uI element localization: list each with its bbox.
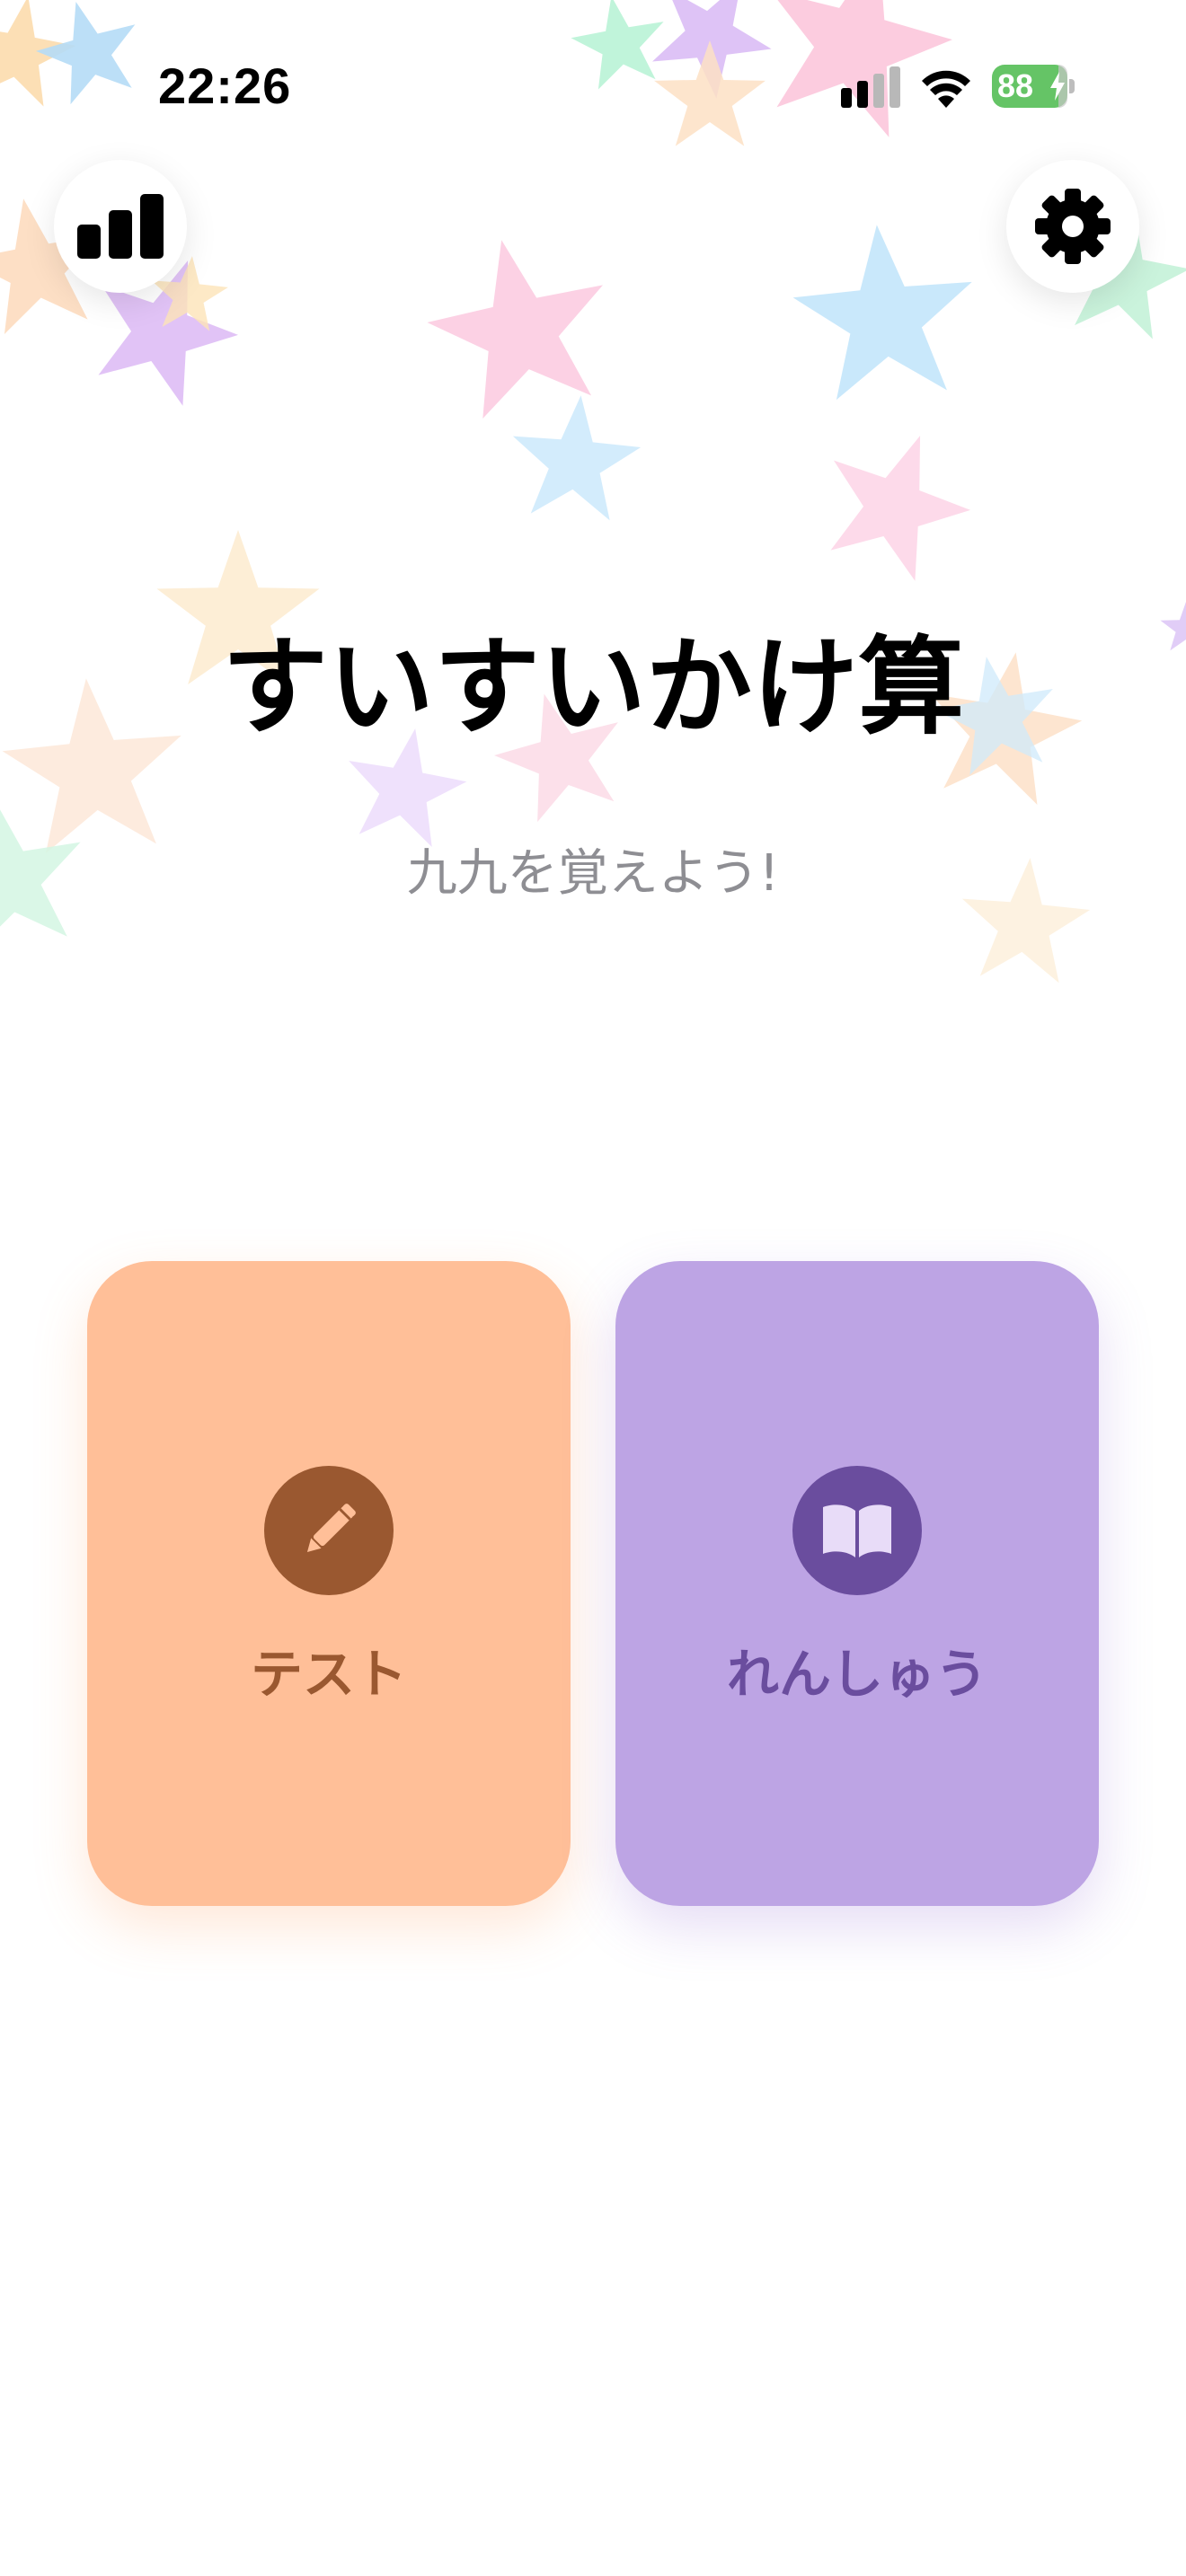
app-subtitle: 九九を覚えよう! (406, 844, 780, 903)
book-icon (823, 1504, 891, 1557)
test-icon-badge (264, 1466, 394, 1595)
battery-indicator: 88 (992, 65, 1076, 108)
battery-percent: 88 (997, 67, 1034, 104)
star-decoration (506, 390, 645, 523)
test-mode-card[interactable]: テスト (87, 1261, 571, 1906)
stats-button[interactable] (54, 160, 187, 293)
star-decoration (804, 410, 989, 591)
test-mode-label: テスト (250, 1644, 407, 1705)
practice-mode-card[interactable]: れんしゅう (615, 1261, 1099, 1906)
practice-icon-badge (792, 1466, 922, 1595)
cellular-signal-icon (841, 66, 900, 108)
star-decoration (413, 221, 625, 426)
star-decoration (787, 216, 981, 403)
app-title: すいすいかけ算 (221, 625, 964, 749)
practice-mode-label: れんしゅう (726, 1644, 987, 1705)
settings-button[interactable] (1006, 160, 1139, 293)
battery-cap (1069, 79, 1075, 93)
wifi-icon (922, 70, 970, 108)
status-time: 22:26 (158, 57, 292, 114)
status-bar: 22:26 88 (0, 0, 1186, 171)
charging-bolt-icon (1050, 72, 1065, 101)
bar-chart-icon (77, 194, 164, 259)
gear-icon (1035, 189, 1111, 264)
pencil-icon (306, 1504, 356, 1553)
